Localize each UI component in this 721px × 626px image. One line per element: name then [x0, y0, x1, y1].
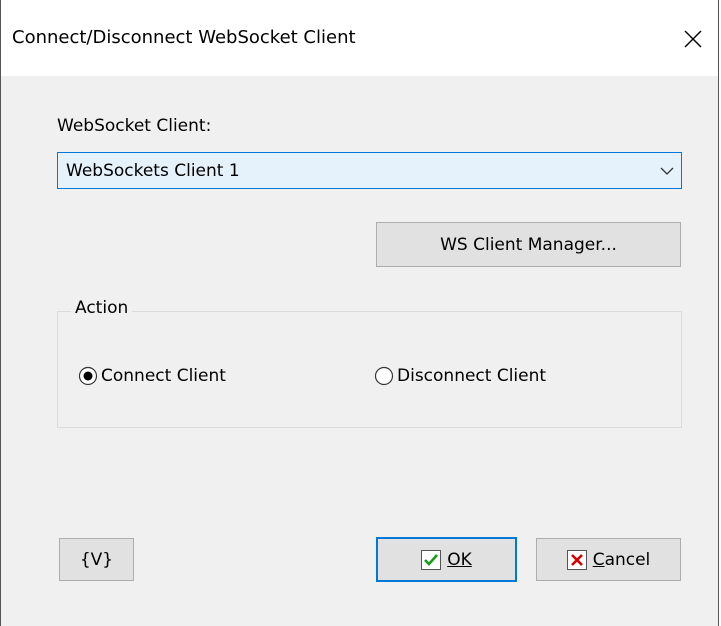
- ws-client-manager-button[interactable]: WS Client Manager...: [376, 222, 681, 267]
- radio-selected-icon: [78, 366, 98, 386]
- radio-connect-label: Connect Client: [101, 366, 226, 386]
- cancel-label: Cancel: [592, 549, 651, 570]
- close-icon: [684, 30, 702, 48]
- websocket-client-dropdown[interactable]: WebSockets Client 1: [57, 152, 682, 189]
- ok-label: OK: [447, 549, 472, 570]
- action-legend: Action: [71, 298, 133, 318]
- radio-unselected-icon: [374, 366, 394, 386]
- window-title: Connect/Disconnect WebSocket Client: [12, 27, 356, 48]
- radio-disconnect-client[interactable]: Disconnect Client: [374, 366, 546, 386]
- title-bar: Connect/Disconnect WebSocket Client: [1, 0, 718, 76]
- close-button[interactable]: [668, 14, 718, 64]
- variables-label: {V}: [79, 549, 114, 570]
- variables-button[interactable]: {V}: [59, 538, 134, 581]
- websocket-client-label: WebSocket Client:: [57, 116, 212, 136]
- x-mark-icon: [566, 549, 587, 570]
- radio-disconnect-label: Disconnect Client: [397, 366, 547, 386]
- check-icon: [421, 549, 442, 570]
- selected-client: WebSockets Client 1: [66, 161, 240, 181]
- dialog-window: Connect/Disconnect WebSocket Client WebS…: [0, 0, 719, 626]
- ok-button[interactable]: OK: [376, 537, 517, 582]
- chevron-down-icon: [660, 167, 674, 175]
- ws-client-manager-label: WS Client Manager...: [440, 234, 617, 255]
- radio-connect-client[interactable]: Connect Client: [78, 366, 226, 386]
- cancel-button[interactable]: Cancel: [536, 538, 681, 581]
